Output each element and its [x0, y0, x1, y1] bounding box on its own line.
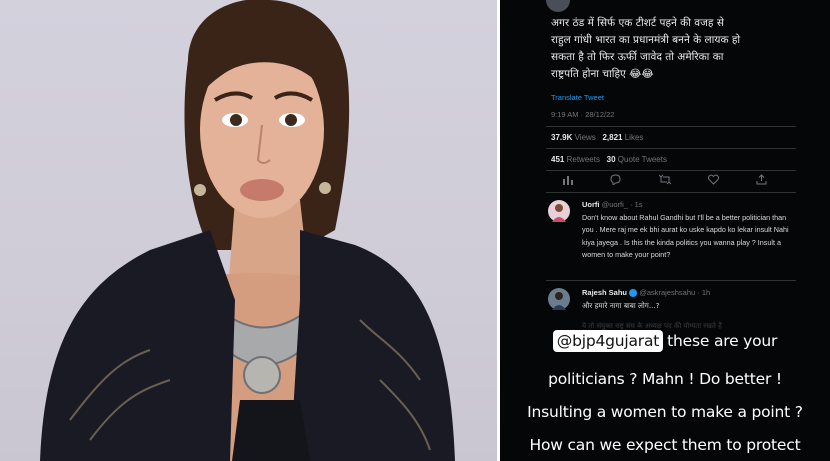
divider: [546, 126, 796, 127]
translate-tweet-link[interactable]: Translate Tweet: [551, 93, 604, 102]
retweets-quotes-stats[interactable]: 451 Retweets 30 Quote Tweets: [551, 155, 667, 164]
avatar[interactable]: [546, 0, 570, 12]
tweet-date: 28/12/22: [585, 110, 615, 119]
reply-handle: @uorfi_ · 1s: [601, 200, 643, 209]
reply-handle: @askrajeshsahu · 1h: [639, 288, 711, 297]
avatar[interactable]: [548, 288, 570, 310]
quotes-count: 30: [606, 155, 616, 164]
reply-tweet[interactable]: Uorfi @uorfi_ · 1s Don't know about Rahu…: [548, 200, 798, 270]
tweet-screenshot: अगर ठंड में सिर्फ एक टीशर्ट पहने की वजह …: [500, 0, 830, 461]
reply-author: Uorfi @uorfi_ · 1s: [582, 200, 643, 209]
caption-line-2: politicians ? Mahn ! Do better !: [548, 370, 782, 388]
likes-count: 2,821: [602, 133, 623, 142]
reply-icon[interactable]: [610, 174, 621, 188]
reply-name: Rajesh Sahu: [582, 288, 628, 297]
tweet-text: अगर ठंड में सिर्फ एक टीशर्ट पहने की वजह …: [551, 17, 741, 80]
bar-chart-icon[interactable]: [562, 174, 573, 188]
caption-line-4: How can we expect them to protect: [529, 436, 801, 454]
caption-line-3: Insulting a women to make a point ?: [527, 403, 803, 421]
divider: [546, 280, 796, 281]
tweet-time: 9:19 AM: [551, 110, 579, 119]
views-count: 37.9K: [551, 133, 573, 142]
reply-text: और हमारे नागा बाबा लोग...?: [582, 301, 660, 310]
reply-name: Uorfi: [582, 200, 600, 209]
retweets-count: 451: [551, 155, 565, 164]
avatar[interactable]: [548, 200, 570, 222]
caption-line-1-text: these are your: [667, 332, 778, 350]
reply-text: Don't know about Rahul Gandhi but I'll b…: [582, 213, 789, 260]
retweet-icon[interactable]: [658, 174, 671, 188]
divider: [546, 192, 796, 193]
tweet-timestamp: 9:19 AM · 28/12/22: [551, 110, 614, 119]
portrait-photo: [40, 0, 455, 461]
likes-label: Likes: [624, 133, 644, 142]
verified-icon: [629, 289, 638, 298]
photo-panel: [0, 0, 497, 461]
views-label: Views: [574, 133, 596, 142]
caption-line-1: @bjp4gujarat these are your: [500, 327, 830, 355]
divider: [546, 148, 796, 149]
tweet-action-bar: [562, 174, 767, 188]
views-likes-stats[interactable]: 37.9K Views 2,821 Likes: [551, 133, 643, 142]
retweets-label: Retweets: [566, 155, 600, 164]
share-icon[interactable]: [756, 174, 767, 188]
quotes-label: Quote Tweets: [617, 155, 667, 164]
heart-icon[interactable]: [707, 174, 719, 188]
reply-author: Rajesh Sahu @askrajeshsahu · 1h: [582, 288, 711, 298]
mention-tag[interactable]: @bjp4gujarat: [552, 330, 664, 352]
reply-tweet[interactable]: Rajesh Sahu @askrajeshsahu · 1h और हमारे…: [548, 288, 798, 312]
divider: [546, 170, 796, 171]
